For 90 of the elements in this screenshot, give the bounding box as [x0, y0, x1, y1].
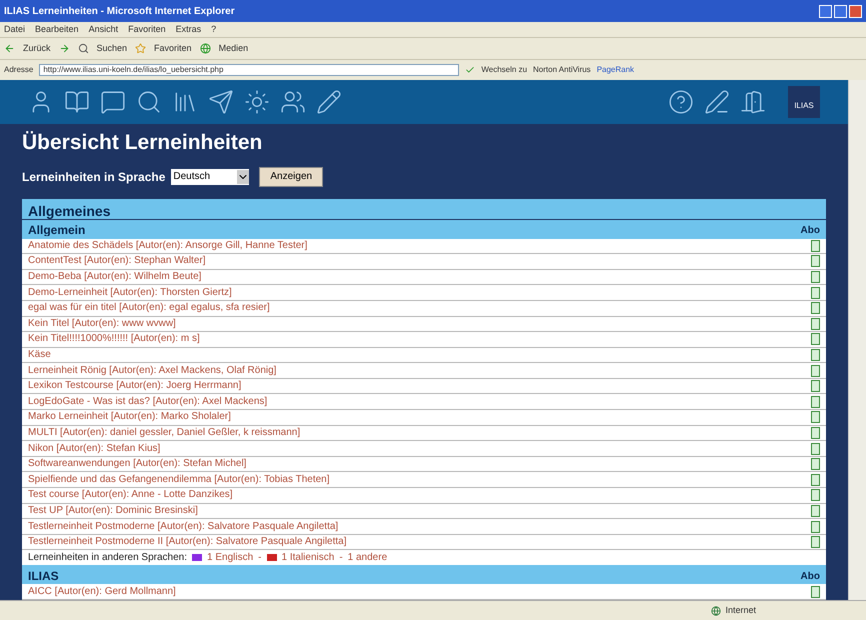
language-label: Lerneinheiten in Sprache [22, 168, 166, 186]
maximize-button[interactable] [834, 4, 847, 18]
learning-unit-link[interactable]: egal was für ein titel [Autor(en): egal egalus, sfa resier] [28, 303, 270, 314]
door-icon[interactable] [740, 88, 766, 115]
other-languages-label: Lerneinheiten in anderen Sprachen: [28, 552, 188, 563]
media-button[interactable]: Medien [218, 42, 248, 56]
menu-item[interactable]: Datei [4, 22, 26, 36]
subscribe-icon[interactable] [811, 380, 820, 392]
learning-unit-link[interactable]: Lexikon Testcourse [Autor(en): Joerg Herrmann] [28, 381, 242, 392]
learning-unit-link[interactable]: Softwareanwendungen [Autor(en): Stefan Michel] [28, 459, 246, 470]
subscribe-icon[interactable] [811, 364, 820, 377]
subscribe-icon[interactable] [811, 240, 820, 252]
learning-unit-link[interactable]: Test course [Autor(en): Anne - Lotte Danzikes] [28, 490, 233, 500]
subscribe-icon[interactable] [811, 271, 820, 284]
address-label: Adresse [4, 64, 34, 76]
help-icon[interactable] [668, 88, 694, 115]
minimize-button[interactable] [819, 4, 832, 18]
language-link[interactable]: 1 andere [348, 552, 388, 563]
subscribe-icon[interactable] [811, 302, 820, 314]
group-heading: Allgemein [28, 224, 86, 236]
search-icon[interactable] [136, 88, 162, 115]
subscribe-icon[interactable] [811, 520, 820, 533]
chat-icon[interactable] [100, 88, 126, 115]
globe-icon [711, 606, 722, 616]
learning-unit-link[interactable]: Demo-Beba [Autor(en): Wilhelm Beute] [28, 272, 202, 282]
menu-item[interactable]: Ansicht [88, 22, 118, 36]
subscribe-icon[interactable] [811, 426, 820, 439]
go-icon[interactable] [465, 65, 476, 75]
learning-unit-link[interactable]: Kein Titel!!!!1000%!!!!!! [Autor(en): m s] [28, 334, 200, 344]
language-link[interactable]: 1 Englisch [207, 552, 254, 563]
search-button[interactable]: Suchen [96, 42, 128, 56]
learning-unit-link[interactable]: Nikon [Autor(en): Stefan Kius] [28, 444, 160, 454]
subscribe-icon[interactable] [811, 442, 820, 455]
learning-unit-link[interactable]: Marko Lerneinheit [Autor(en): Marko Sholaler] [28, 412, 231, 422]
star-icon[interactable] [135, 43, 146, 54]
subscribe-icon[interactable] [811, 458, 820, 470]
users-icon[interactable] [280, 88, 306, 115]
learning-unit-link[interactable]: ContentTest [Autor(en): Stephan Walter] [28, 256, 206, 266]
back-icon[interactable] [4, 43, 15, 54]
search-icon[interactable] [78, 43, 89, 54]
learning-unit-link[interactable]: LogEdoGate - Was ist das? [Autor(en): Axel Mackens] [28, 396, 268, 407]
send-icon[interactable] [208, 88, 234, 115]
abo-heading: Abo [800, 226, 820, 236]
section-heading: Allgemeines [28, 204, 110, 219]
language-select[interactable]: Deutsch [171, 168, 250, 185]
learning-unit-link[interactable]: Demo-Lerneinheit [Autor(en): Thorsten Giertz] [28, 288, 232, 298]
separator: - [258, 552, 262, 563]
media-icon[interactable] [200, 43, 211, 54]
address-field[interactable]: http://www.ilias.uni-koeln.de/ilias/lo_uebersicht.php [39, 64, 460, 76]
learning-unit-link[interactable]: Test UP [Autor(en): Dominic Bresinski] [28, 506, 198, 516]
toolbar-link[interactable]: Wechseln zu [481, 64, 528, 76]
subscribe-icon[interactable] [811, 474, 820, 486]
scrollbar[interactable] [848, 80, 866, 600]
learning-unit-link[interactable]: Käse [28, 350, 51, 360]
favorites-button[interactable]: Favoriten [154, 42, 192, 56]
zone-label: Internet [725, 604, 756, 617]
toolbar-link[interactable]: Norton AntiVirus [533, 64, 591, 76]
forward-icon[interactable] [58, 43, 70, 54]
subscribe-icon[interactable] [811, 333, 820, 346]
menu-item[interactable]: Bearbeiten [35, 22, 79, 36]
toolbar-link[interactable]: PageRank [596, 64, 634, 76]
subscribe-icon[interactable] [811, 489, 820, 502]
learning-unit-link[interactable]: Kein Titel [Autor(en): www wvww] [28, 318, 176, 329]
pencil-icon[interactable] [316, 88, 342, 115]
learning-unit-link[interactable]: AICC [Autor(en): Gerd Mollmann] [28, 586, 176, 597]
subscribe-icon[interactable] [811, 411, 820, 424]
back-button[interactable]: Zurück [23, 42, 51, 56]
book-icon[interactable] [64, 88, 90, 115]
close-button[interactable] [849, 4, 862, 18]
separator: - [339, 552, 343, 563]
menu-item[interactable]: ? [211, 22, 216, 36]
abo-heading: Abo [800, 572, 820, 582]
sun-icon[interactable] [244, 88, 270, 115]
pen-icon[interactable] [704, 88, 730, 115]
subscribe-icon[interactable] [811, 536, 820, 548]
window-title: ILIAS Lerneinheiten - Microsoft Internet Explorer [4, 4, 235, 18]
menu-item[interactable]: Extras [176, 22, 202, 36]
subscribe-icon[interactable] [811, 504, 820, 517]
menu-item[interactable]: Favoriten [128, 22, 166, 36]
subscribe-icon[interactable] [811, 586, 820, 598]
ilias-logo[interactable]: ILIAS [788, 86, 820, 118]
subscribe-icon[interactable] [811, 286, 820, 299]
group-heading: ILIAS [28, 570, 59, 582]
language-link[interactable]: 1 Italienisch [282, 552, 334, 563]
show-button[interactable]: Anzeigen [259, 166, 324, 187]
subscribe-icon[interactable] [811, 348, 820, 361]
subscribe-icon[interactable] [811, 255, 820, 268]
subscribe-icon[interactable] [811, 318, 820, 330]
page-title: Übersicht Lerneinheiten [22, 132, 264, 153]
subscribe-icon[interactable] [811, 396, 820, 408]
